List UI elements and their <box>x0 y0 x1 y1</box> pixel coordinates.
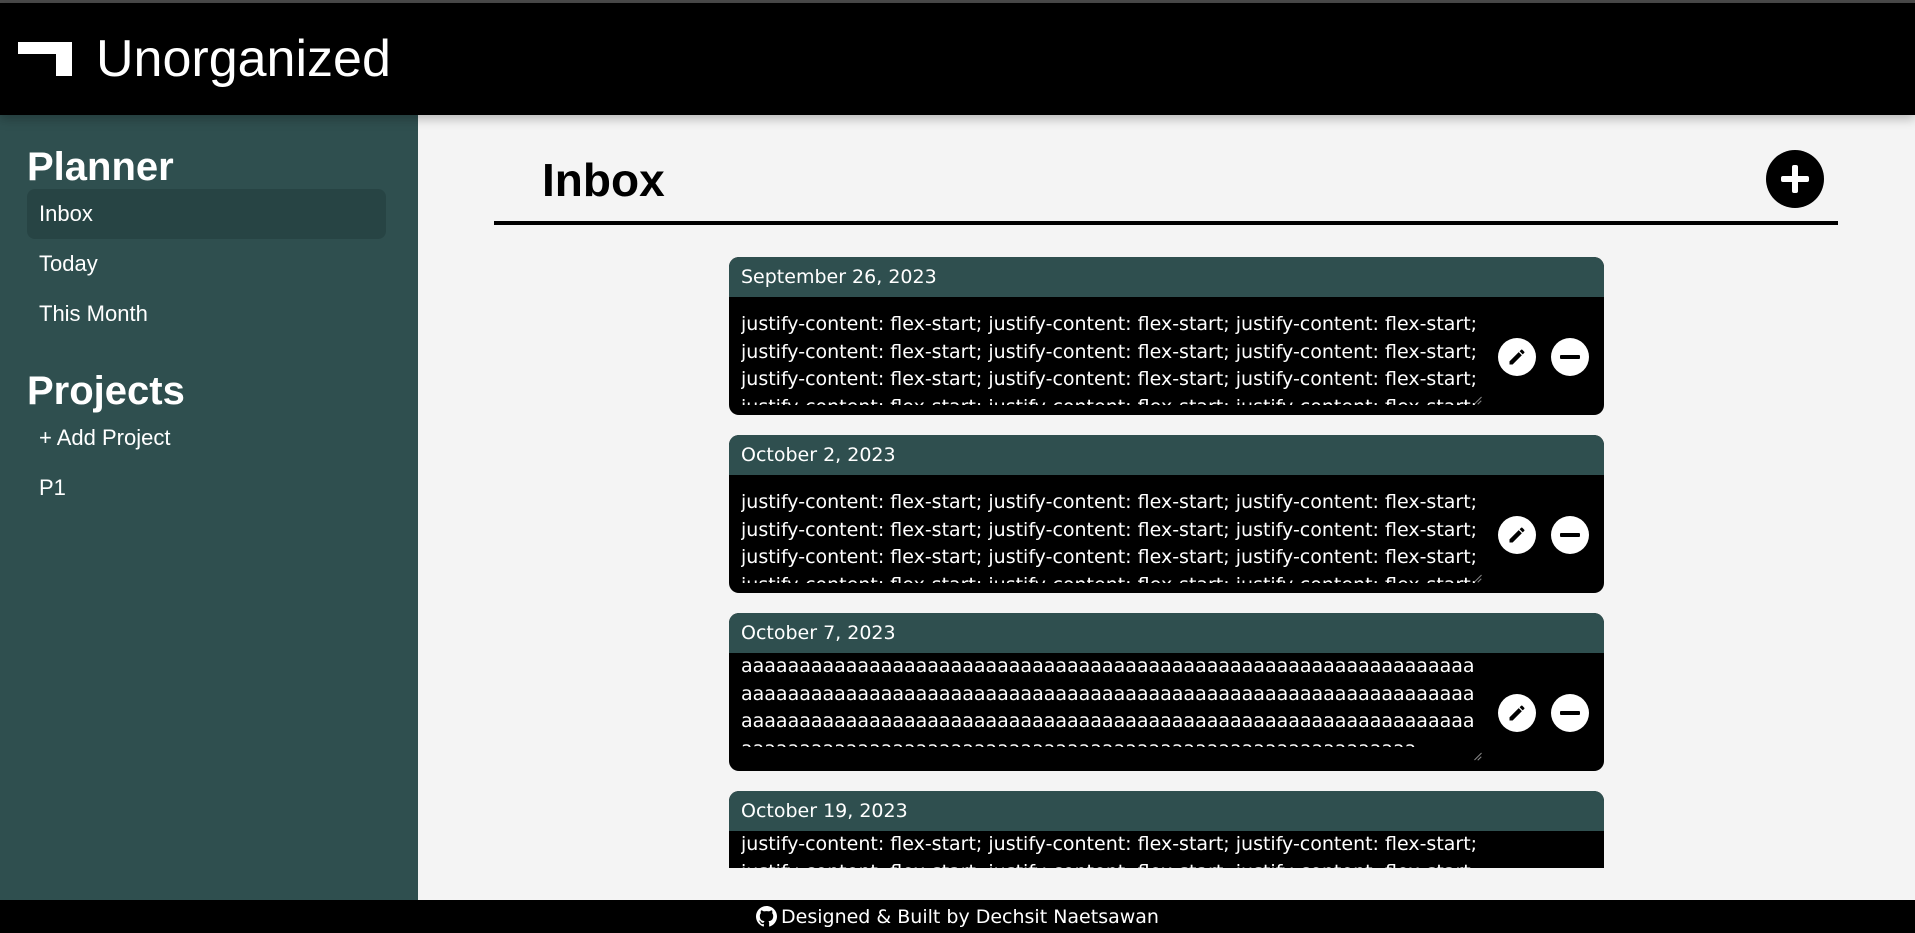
pencil-icon <box>1509 527 1525 543</box>
footer: Designed & Built by Dechsit Naetsawan <box>0 900 1915 933</box>
add-project-button[interactable]: + Add Project <box>27 413 386 463</box>
task-date: October 19, 2023 <box>729 791 1604 831</box>
task-textarea[interactable]: justify-content: flex-start; justify-con… <box>741 311 1486 405</box>
resize-handle-icon[interactable] <box>1471 393 1483 405</box>
pencil-icon <box>1509 349 1525 365</box>
projects-title: Projects <box>27 369 185 413</box>
page-title: Inbox <box>542 154 665 206</box>
add-task-button[interactable] <box>1766 150 1824 208</box>
edit-button[interactable] <box>1498 694 1536 732</box>
github-icon[interactable] <box>756 906 778 927</box>
resize-handle-icon[interactable] <box>1471 571 1483 583</box>
sidebar: Planner Inbox Today This Month Projects … <box>0 115 418 900</box>
task-card: October 2, 2023 justify-content: flex-st… <box>729 435 1604 593</box>
task-textarea[interactable]: aaaaaaaaaaaaaaaaaaaaaaaaaaaaaaaaaaaaaaaa… <box>741 653 1486 747</box>
resize-handle-icon[interactable] <box>1471 749 1483 761</box>
task-textarea[interactable]: justify-content: flex-start; justify-con… <box>741 489 1486 583</box>
footer-credit: Designed & Built by Dechsit Naetsawan <box>781 905 1159 928</box>
task-card: October 7, 2023 aaaaaaaaaaaaaaaaaaaaaaaa… <box>729 613 1604 771</box>
task-date: October 2, 2023 <box>729 435 1604 475</box>
planner-title: Planner <box>27 145 174 189</box>
delete-button[interactable] <box>1551 694 1589 732</box>
main-content: Inbox September 26, 2023 justify-content… <box>418 115 1915 900</box>
edit-button[interactable] <box>1498 516 1536 554</box>
app-header: Unorganized <box>0 3 1915 115</box>
task-list: September 26, 2023 justify-content: flex… <box>729 257 1604 868</box>
delete-button[interactable] <box>1551 338 1589 376</box>
app-title: Unorganized <box>96 30 391 88</box>
task-card: October 19, 2023 justify-content: flex-s… <box>729 791 1604 868</box>
task-card: September 26, 2023 justify-content: flex… <box>729 257 1604 415</box>
delete-button[interactable] <box>1551 516 1589 554</box>
sidebar-item-inbox[interactable]: Inbox <box>27 189 386 239</box>
edit-button[interactable] <box>1498 338 1536 376</box>
task-textarea[interactable]: justify-content: flex-start; justify-con… <box>741 831 1486 868</box>
sidebar-item-today[interactable]: Today <box>27 239 386 289</box>
pencil-icon <box>1509 705 1525 721</box>
logo-icon <box>18 42 72 76</box>
main-header: Inbox <box>494 115 1838 225</box>
sidebar-item-this-month[interactable]: This Month <box>27 289 386 339</box>
task-date: October 7, 2023 <box>729 613 1604 653</box>
sidebar-item-p1[interactable]: P1 <box>27 463 386 513</box>
task-date: September 26, 2023 <box>729 257 1604 297</box>
